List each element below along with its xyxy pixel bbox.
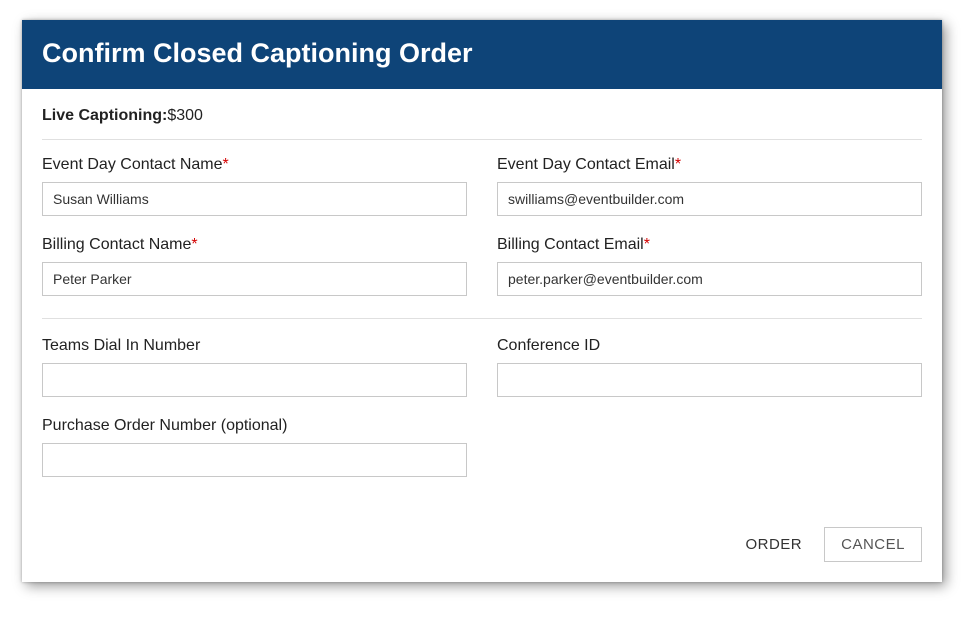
field-po-number: Purchase Order Number (optional) [42,417,467,477]
required-mark: * [191,236,197,253]
input-po-number[interactable] [42,443,467,477]
divider [42,139,922,140]
label-billing-contact-email: Billing Contact Email* [497,236,922,254]
form-grid-top: Event Day Contact Name* Event Day Contac… [42,156,922,296]
input-teams-dial-in[interactable] [42,363,467,397]
field-billing-contact-name: Billing Contact Name* [42,236,467,296]
field-billing-contact-email: Billing Contact Email* [497,236,922,296]
summary-price: $300 [167,107,203,124]
summary-line: Live Captioning:$300 [42,107,922,125]
required-mark: * [675,156,681,173]
dialog-body: Live Captioning:$300 Event Day Contact N… [22,89,942,582]
button-row: ORDER CANCEL [42,527,922,562]
dialog-header: Confirm Closed Captioning Order [22,20,942,89]
summary-label: Live Captioning: [42,107,167,124]
label-event-contact-email: Event Day Contact Email* [497,156,922,174]
confirm-order-dialog: Confirm Closed Captioning Order Live Cap… [22,20,942,582]
label-text: Event Day Contact Name [42,156,223,173]
form-grid-bottom: Teams Dial In Number Conference ID Purch… [42,337,922,477]
field-event-contact-name: Event Day Contact Name* [42,156,467,216]
label-conference-id: Conference ID [497,337,922,355]
cancel-button[interactable]: CANCEL [824,527,922,562]
label-text: Billing Contact Email [497,236,644,253]
field-conference-id: Conference ID [497,337,922,397]
input-event-contact-email[interactable] [497,182,922,216]
input-conference-id[interactable] [497,363,922,397]
label-text: Event Day Contact Email [497,156,675,173]
label-event-contact-name: Event Day Contact Name* [42,156,467,174]
order-button[interactable]: ORDER [741,528,806,561]
input-billing-contact-name[interactable] [42,262,467,296]
input-billing-contact-email[interactable] [497,262,922,296]
field-event-contact-email: Event Day Contact Email* [497,156,922,216]
label-po-number: Purchase Order Number (optional) [42,417,467,435]
label-teams-dial-in: Teams Dial In Number [42,337,467,355]
required-mark: * [644,236,650,253]
field-teams-dial-in: Teams Dial In Number [42,337,467,397]
label-billing-contact-name: Billing Contact Name* [42,236,467,254]
empty-cell [497,417,922,477]
input-event-contact-name[interactable] [42,182,467,216]
dialog-title: Confirm Closed Captioning Order [42,38,922,69]
required-mark: * [223,156,229,173]
label-text: Billing Contact Name [42,236,191,253]
divider [42,318,922,319]
